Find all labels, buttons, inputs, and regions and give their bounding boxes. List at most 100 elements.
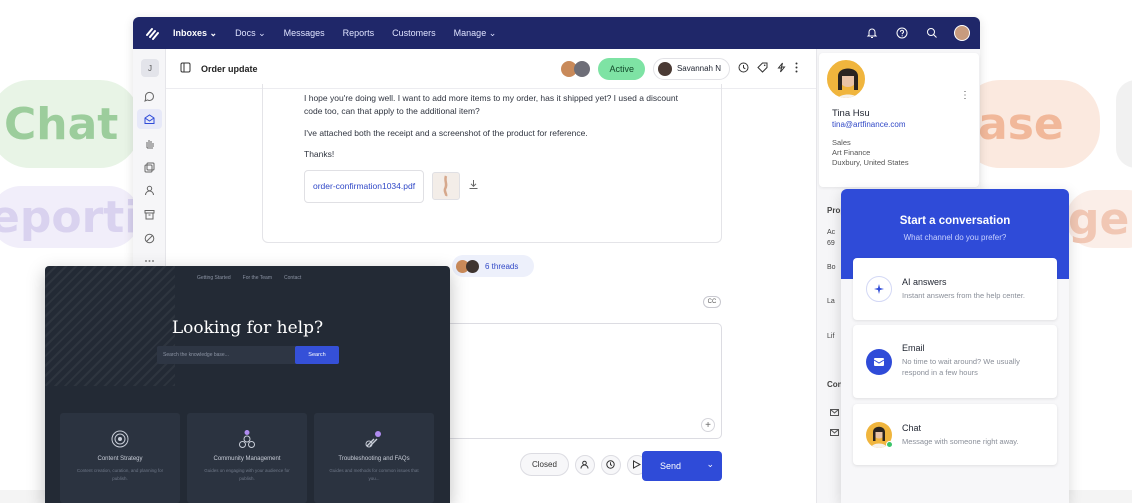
assign-person-icon[interactable] <box>574 454 595 475</box>
customer-email[interactable]: tina@artfinance.com <box>832 120 906 129</box>
conversation-title: Order update <box>201 63 258 74</box>
profile-more-icon[interactable]: ⋮ <box>960 90 970 101</box>
tag-icon[interactable] <box>757 62 768 75</box>
kb-title: Looking for help? <box>171 318 324 338</box>
nav-manage[interactable]: Manage ⌄ <box>454 28 497 39</box>
sparkle-icon <box>866 276 892 302</box>
property-label: Bo <box>827 264 836 271</box>
conversation-header: Order update Active Savannah N <box>166 49 816 89</box>
message-paragraph: I hope you're doing well. I want to add … <box>304 93 678 116</box>
blocked-icon[interactable] <box>142 231 157 246</box>
nav-docs[interactable]: Docs ⌄ <box>235 28 266 39</box>
attachment-file[interactable]: order-confirmation1034.pdf <box>304 170 425 203</box>
option-email[interactable]: Email No time to wait around? We usually… <box>853 325 1057 398</box>
community-icon <box>237 429 257 449</box>
clock-icon[interactable] <box>738 62 749 75</box>
kb-nav-item[interactable]: For the Team <box>243 275 272 281</box>
option-ai-answers[interactable]: AI answers Instant answers from the help… <box>853 258 1057 320</box>
bg-base-pill: ase <box>960 80 1100 168</box>
option-title: AI answers <box>902 277 947 287</box>
bg-reporting-text: eporti <box>0 191 140 243</box>
kb-card-description: Content creation, curation, and planning… <box>76 468 164 481</box>
hand-icon[interactable] <box>142 136 157 151</box>
send-label: Send <box>660 461 682 471</box>
customer-location: Duxbury, United States <box>832 158 909 167</box>
sidebar-toggle-icon[interactable] <box>180 62 191 75</box>
workflow-icon[interactable] <box>776 62 787 75</box>
attachment-thumbnail[interactable] <box>432 172 461 201</box>
header-actions: Active Savannah N <box>561 57 816 80</box>
action-bar: Closed <box>520 453 647 476</box>
archive-icon[interactable] <box>142 207 157 222</box>
rail-profile-initial[interactable]: J <box>141 59 159 77</box>
kb-card-community-management[interactable]: Community Management Guides on engaging … <box>187 413 307 503</box>
option-title: Chat <box>902 423 922 433</box>
property-value: 69 <box>827 240 835 247</box>
bell-icon[interactable] <box>864 25 880 41</box>
copy-icon[interactable] <box>142 160 157 175</box>
threads-pill[interactable]: 6 threads <box>452 255 534 277</box>
bg-chat-text: Chat <box>4 98 119 150</box>
customer-company: Art Finance <box>832 148 871 157</box>
more-vertical-icon[interactable] <box>795 62 798 75</box>
mail-icon <box>830 403 839 421</box>
cc-button[interactable]: CC <box>703 296 721 308</box>
message-card: I hope you're doing well. I want to add … <box>262 84 722 243</box>
send-options-icon[interactable]: ⌄ <box>706 459 714 470</box>
kb-search-button[interactable]: Search <box>295 346 339 364</box>
nav-customers[interactable]: Customers <box>392 28 436 38</box>
thread-avatar <box>466 259 479 273</box>
nav-inboxes[interactable]: Inboxes ⌄ <box>173 28 217 39</box>
customer-avatar <box>825 58 867 100</box>
download-icon[interactable] <box>468 179 479 194</box>
bg-management-text: gen <box>1068 193 1132 245</box>
email-icon <box>866 349 892 375</box>
help-icon[interactable] <box>894 25 910 41</box>
kb-card-troubleshooting[interactable]: Troubleshooting and FAQs Guides and meth… <box>314 413 434 503</box>
person-icon[interactable] <box>142 183 157 198</box>
snooze-clock-icon[interactable] <box>600 454 621 475</box>
inbox-icon[interactable] <box>137 109 162 129</box>
customer-name: Tina Hsu <box>832 108 870 119</box>
kb-nav: Getting Started For the Team Contact <box>197 275 301 281</box>
kb-card-description: Guides and methods for common issues tha… <box>329 468 419 481</box>
target-icon <box>110 429 130 449</box>
option-description: No time to wait around? We usually respo… <box>902 357 1020 378</box>
online-status-dot <box>886 441 893 448</box>
add-icon[interactable]: + <box>701 418 715 432</box>
widget-title: Start a conversation <box>899 215 1011 227</box>
tools-icon <box>364 429 384 449</box>
property-label: Ac <box>827 229 836 236</box>
bg-base-text: ase <box>978 98 1064 150</box>
reply-composer[interactable]: + <box>430 323 722 439</box>
property-label: Lif <box>827 333 835 340</box>
participant-avatar <box>574 60 591 77</box>
status-badge[interactable]: Active <box>598 57 645 80</box>
message-paragraph: Thanks! <box>304 149 335 160</box>
kb-card-description: Guides on engaging with your audience fo… <box>204 468 290 481</box>
participants-avatars[interactable] <box>561 60 591 77</box>
assignee-button[interactable]: Savannah N <box>652 57 730 80</box>
user-avatar[interactable] <box>954 25 970 41</box>
top-nav: Inboxes ⌄ Docs ⌄ Messages Reports Custom… <box>133 17 980 49</box>
closed-button[interactable]: Closed <box>520 453 569 476</box>
kb-nav-item[interactable]: Getting Started <box>197 275 231 281</box>
kb-nav-item[interactable]: Contact <box>284 275 301 281</box>
nav-messages[interactable]: Messages <box>284 28 325 38</box>
option-chat[interactable]: Chat Message with someone right away. <box>853 404 1057 465</box>
threads-label: 6 threads <box>485 261 519 271</box>
message-paragraph: I've attached both the receipt and a scr… <box>304 127 588 138</box>
nav-reports[interactable]: Reports <box>343 28 375 38</box>
kb-card-title: Content Strategy <box>97 456 143 462</box>
attachments-row: order-confirmation1034.pdf <box>304 170 721 203</box>
option-description: Instant answers from the help center. <box>902 291 1025 300</box>
widget-subtitle: What channel do you prefer? <box>903 233 1007 242</box>
chat-bubble-icon[interactable] <box>142 89 157 104</box>
kb-card-title: Troubleshooting and FAQs <box>338 456 410 462</box>
search-icon[interactable] <box>924 25 940 41</box>
send-button[interactable]: Send ⌄ <box>642 451 722 481</box>
option-title: Email <box>902 343 925 353</box>
logo-icon[interactable] <box>143 24 161 42</box>
mail-icon <box>830 423 839 441</box>
kb-card-content-strategy[interactable]: Content Strategy Content creation, curat… <box>60 413 180 503</box>
